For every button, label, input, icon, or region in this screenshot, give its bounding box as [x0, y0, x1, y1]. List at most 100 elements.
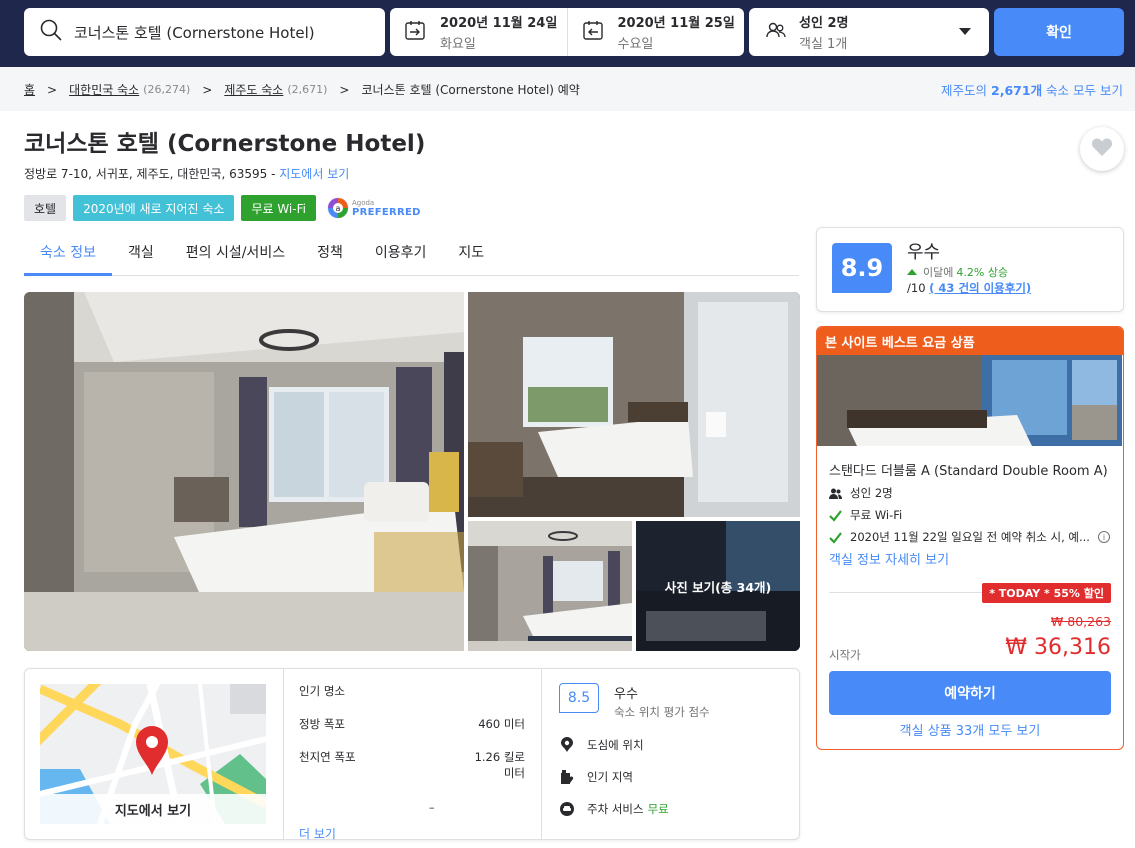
poi-row: 정방 폭포 460 미터 — [299, 716, 525, 732]
photo-room-wide[interactable] — [468, 521, 632, 651]
info-icon[interactable]: i — [1097, 531, 1110, 543]
check-icon — [829, 509, 842, 522]
breadcrumb-country[interactable]: 대한민국 숙소 — [69, 81, 139, 98]
divider — [541, 669, 542, 839]
agoda-small-label: Agoda — [351, 198, 375, 207]
book-button[interactable]: 예약하기 — [829, 671, 1111, 715]
all-rooms-link[interactable]: 객실 상품 33개 모두 보기 — [817, 720, 1123, 739]
date-picker: 2020년 11월 24일 화요일 2020년 11월 25일 수요일 — [390, 8, 744, 56]
map-link[interactable]: 지도에서 보기 — [279, 167, 349, 181]
location-pin-icon — [559, 737, 575, 753]
feature-free-label: 무료 — [647, 802, 669, 816]
checkin-date: 2020년 11월 24일 — [440, 16, 558, 31]
agoda-logo-icon: a — [327, 197, 349, 219]
address-text: 정방로 7-10, 서귀포, 제주도, 대한민국, 63595 - — [24, 167, 280, 181]
best-deal-card: 본 사이트 베스트 요금 상품 스탠다드 더블룸 A (Standard Dou… — [816, 326, 1124, 750]
original-price: ₩ 80,263 — [1050, 614, 1111, 629]
main-photo[interactable] — [24, 292, 464, 651]
breadcrumb-region[interactable]: 제주도 숙소 — [224, 81, 283, 98]
search-icon — [40, 19, 62, 45]
bedroom-photo-3 — [468, 521, 632, 651]
more-places-link[interactable]: 더 보기 — [299, 825, 336, 842]
breadcrumb: 홈 > 대한민국 숙소 (26,274) > 제주도 숙소 (2,671) > … — [24, 81, 580, 98]
out-of-label: /10 — [907, 281, 930, 295]
amenity-guests: 성인 2명 — [829, 485, 893, 501]
divider — [283, 669, 284, 839]
all-properties-prefix: 제주도의 — [941, 83, 992, 98]
amenity-wifi: 무료 Wi-Fi — [829, 507, 902, 523]
breadcrumb-bar: 홈 > 대한민국 숙소 (26,274) > 제주도 숙소 (2,671) > … — [0, 67, 1135, 111]
map-thumbnail[interactable]: 지도에서 보기 — [40, 684, 266, 824]
search-query: 코너스톤 호텔 (Cornerstone Hotel) — [74, 23, 315, 42]
amenity-text: 성인 2명 — [850, 486, 893, 500]
location-pin-icon — [134, 724, 170, 780]
feature-text: 도심에 위치 — [587, 738, 644, 752]
popular-places: 인기 명소 정방 폭포 460 미터 천지연 폭포 1.26 킬로미터 – 더 … — [299, 683, 525, 841]
guests-icon — [829, 487, 842, 500]
bedroom-photo-2 — [468, 292, 800, 517]
feature-text: 주차 서비스 — [587, 802, 644, 816]
calendar-checkin-icon — [404, 19, 426, 45]
breadcrumb-home[interactable]: 홈 — [24, 81, 35, 98]
popular-area-icon — [559, 769, 575, 785]
hotel-address: 정방로 7-10, 서귀포, 제주도, 대한민국, 63595 - 지도에서 보… — [24, 165, 349, 182]
review-trend: 이달에 4.2% 상승 — [907, 264, 1008, 280]
trend-percent: 4.2% 상승 — [956, 266, 1009, 279]
deal-photo-image — [817, 355, 1122, 446]
location-score-sub: 숙소 위치 평가 점수 — [614, 705, 710, 719]
breadcrumb-region-count: (2,671) — [287, 83, 328, 96]
tab-rooms[interactable]: 객실 — [112, 232, 170, 276]
photo-room-window[interactable] — [468, 292, 800, 517]
feature-popular-area: 인기 지역 — [559, 769, 633, 785]
badge-new-property: 2020년에 새로 지어진 숙소 — [73, 195, 235, 221]
map-label: 지도에서 보기 — [40, 794, 266, 824]
poi-dash: – — [429, 801, 435, 814]
poi-name: 천지연 폭포 — [299, 750, 356, 764]
price-start-label: 시작가 — [829, 648, 861, 662]
checkout-date-field[interactable]: 2020년 11월 25일 수요일 — [566, 8, 745, 56]
feature-parking: 주차 서비스 무료 — [559, 801, 669, 817]
photo-view-all[interactable]: 사진 보기(총 34개) — [636, 521, 800, 651]
reviews-link[interactable]: ( 43 건의 이용후기) — [929, 281, 1031, 295]
discounted-price: ₩ 36,316 — [1005, 635, 1111, 660]
checkin-date-field[interactable]: 2020년 11월 24일 화요일 — [390, 8, 567, 56]
review-score-badge: 8.9 — [832, 243, 892, 293]
bedroom-photo-main — [24, 292, 464, 651]
poi-name: 정방 폭포 — [299, 717, 345, 731]
breadcrumb-separator: > — [47, 82, 58, 97]
feature-text: 인기 지역 — [587, 770, 633, 784]
amenity-text: 2020년 11월 22일 일요일 전 예약 취소 시, 예... — [850, 530, 1090, 544]
room-details-link[interactable]: 객실 정보 자세히 보기 — [829, 549, 949, 568]
amenity-text: 무료 Wi-Fi — [850, 508, 903, 522]
confirm-button[interactable]: 확인 — [994, 8, 1124, 56]
review-rating-label: 우수 — [907, 242, 941, 263]
tab-property-info[interactable]: 숙소 정보 — [24, 232, 112, 276]
section-tabs: 숙소 정보 객실 편의 시설/서비스 정책 이용후기 지도 — [24, 232, 799, 276]
tab-facilities[interactable]: 편의 시설/서비스 — [170, 232, 301, 276]
today-discount-badge: * TODAY * 55% 할인 — [982, 583, 1111, 603]
review-out-of: /10 ( 43 건의 이용후기) — [907, 280, 1031, 296]
location-score-label: 우수 — [614, 687, 638, 702]
hotel-badges: 호텔 2020년에 새로 지어진 숙소 무료 Wi-Fi a Agoda PRE… — [24, 195, 421, 221]
all-properties-link[interactable]: 제주도의 2,671개 숙소 모두 보기 — [941, 80, 1123, 99]
favorite-button[interactable] — [1080, 127, 1124, 171]
poi-row: 천지연 폭포 1.26 킬로미터 — [299, 749, 525, 781]
car-icon — [559, 801, 575, 817]
calendar-checkout-icon — [582, 19, 604, 45]
svg-text:a: a — [336, 204, 341, 213]
tab-map[interactable]: 지도 — [442, 232, 500, 276]
badge-free-wifi: 무료 Wi-Fi — [241, 195, 316, 221]
poi-distance: 460 미터 — [478, 717, 525, 731]
deal-room-photo[interactable] — [817, 355, 1122, 446]
search-input[interactable]: 코너스톤 호텔 (Cornerstone Hotel) — [24, 8, 385, 56]
trend-up-icon — [907, 269, 917, 275]
room-count: 객실 1개 — [799, 37, 848, 52]
tab-policies[interactable]: 정책 — [301, 232, 359, 276]
room-name[interactable]: 스탠다드 더블룸 A (Standard Double Room A) — [829, 460, 1109, 479]
guest-selector[interactable]: 성인 2명 객실 1개 — [749, 8, 989, 56]
tab-reviews[interactable]: 이용후기 — [359, 232, 443, 276]
search-header: 코너스톤 호텔 (Cornerstone Hotel) 2020년 11월 24… — [0, 0, 1135, 67]
all-properties-count: 2,671개 — [991, 83, 1043, 98]
amenity-cancellation: 2020년 11월 22일 일요일 전 예약 취소 시, 예... i — [829, 529, 1110, 545]
feature-city-center: 도심에 위치 — [559, 737, 644, 753]
